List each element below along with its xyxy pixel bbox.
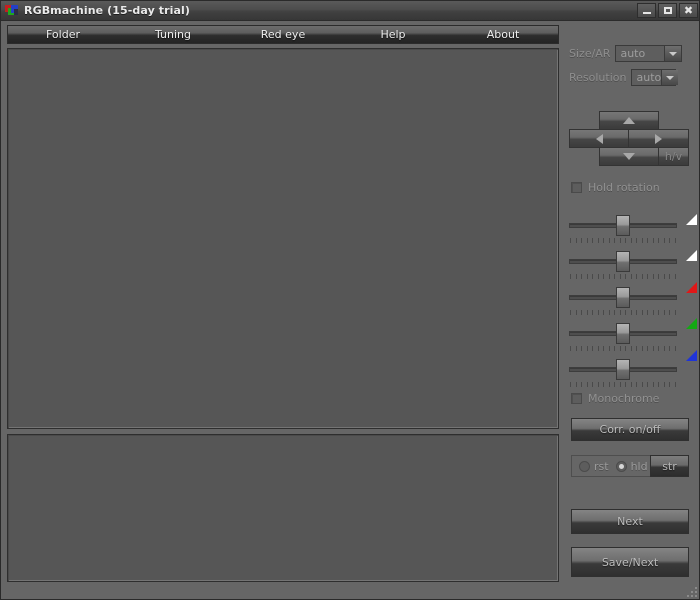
slider-ticks [570, 274, 676, 279]
radio-label-rst: rst [594, 459, 609, 473]
slider-blue[interactable] [569, 357, 677, 389]
checkbox-box [571, 393, 582, 404]
minimize-icon [642, 12, 651, 14]
slider-thumb[interactable] [616, 287, 630, 308]
size-ar-label: Size/AR [569, 47, 611, 60]
arrow-right-icon [655, 133, 662, 144]
monochrome-label: Monochrome [588, 392, 660, 405]
slider-contrast[interactable] [569, 249, 677, 281]
menu-bar: Folder Tuning Red eye Help About [7, 25, 559, 44]
menu-item-tuning[interactable]: Tuning [118, 28, 228, 41]
radio-label-hld: hld [630, 459, 648, 473]
monochrome-checkbox[interactable]: Monochrome [571, 392, 659, 405]
size-ar-value: auto [620, 47, 646, 60]
stretch-button[interactable]: str [650, 455, 689, 477]
slider-thumb[interactable] [616, 323, 630, 344]
minimize-button[interactable] [637, 3, 656, 18]
rotate-left-button[interactable] [569, 129, 629, 148]
slider-thumb[interactable] [616, 251, 630, 272]
menu-item-folder[interactable]: Folder [8, 28, 118, 41]
slider-thumb[interactable] [616, 359, 630, 380]
radio-dot-selected [615, 460, 627, 472]
arrow-up-icon [623, 117, 635, 124]
title-bar: RGBmachine (15-day trial) ✖ [1, 1, 699, 21]
marker-red-icon [686, 282, 697, 293]
save-next-button[interactable]: Save/Next [571, 547, 689, 577]
slider-ticks [570, 382, 676, 387]
window-title: RGBmachine (15-day trial) [24, 4, 191, 17]
slider-ticks [570, 310, 676, 315]
slider-red[interactable] [569, 285, 677, 317]
slider-thumb[interactable] [616, 215, 630, 236]
window-controls: ✖ [637, 3, 698, 18]
hold-rotation-checkbox[interactable]: Hold rotation [571, 181, 660, 194]
close-icon: ✖ [683, 3, 694, 17]
marker-brightness-icon [686, 214, 697, 225]
rgb-logo-icon [5, 4, 19, 17]
menu-item-red-eye[interactable]: Red eye [228, 28, 338, 41]
next-button[interactable]: Next [571, 509, 689, 534]
arrow-left-icon [595, 133, 603, 144]
slider-brightness[interactable] [569, 213, 677, 245]
mode-radio-group: rst hld str [571, 455, 689, 477]
resolution-label: Resolution [569, 71, 627, 84]
size-ar-row: Size/AR auto [569, 45, 697, 62]
flip-hv-button[interactable]: h/v [658, 147, 689, 166]
rotate-right-button[interactable] [628, 129, 689, 148]
slider-ticks [570, 238, 676, 243]
maximize-icon [663, 7, 672, 14]
secondary-image-preview[interactable] [7, 434, 559, 582]
rotate-down-button[interactable] [599, 147, 659, 166]
slider-green[interactable] [569, 321, 677, 353]
menu-item-help[interactable]: Help [338, 28, 448, 41]
application-window: RGBmachine (15-day trial) ✖ Folder Tunin… [0, 0, 700, 600]
resolution-value: auto [636, 71, 662, 84]
resolution-row: Resolution auto [569, 69, 697, 86]
resize-grip[interactable] [685, 585, 697, 597]
correction-toggle-button[interactable]: Corr. on/off [571, 418, 689, 441]
close-button[interactable]: ✖ [679, 3, 698, 18]
rotation-dpad: h/v [569, 111, 689, 166]
menu-item-about[interactable]: About [448, 28, 558, 41]
rotate-up-button[interactable] [599, 111, 659, 130]
radio-option-hld[interactable]: hld [615, 459, 648, 473]
chevron-down-icon [661, 70, 679, 85]
slider-ticks [570, 346, 676, 351]
arrow-down-icon [623, 153, 635, 160]
marker-green-icon [686, 318, 697, 329]
marker-blue-icon [686, 350, 697, 361]
size-ar-select[interactable]: auto [615, 45, 683, 62]
radio-option-rst[interactable]: rst [579, 460, 609, 473]
resolution-select[interactable]: auto [631, 69, 679, 86]
radio-dot [579, 460, 590, 472]
hold-rotation-label: Hold rotation [588, 181, 660, 194]
chevron-down-icon [664, 46, 682, 61]
checkbox-box [571, 182, 582, 193]
marker-contrast-icon [686, 250, 697, 261]
maximize-button[interactable] [658, 3, 677, 18]
main-image-preview[interactable] [7, 48, 559, 429]
